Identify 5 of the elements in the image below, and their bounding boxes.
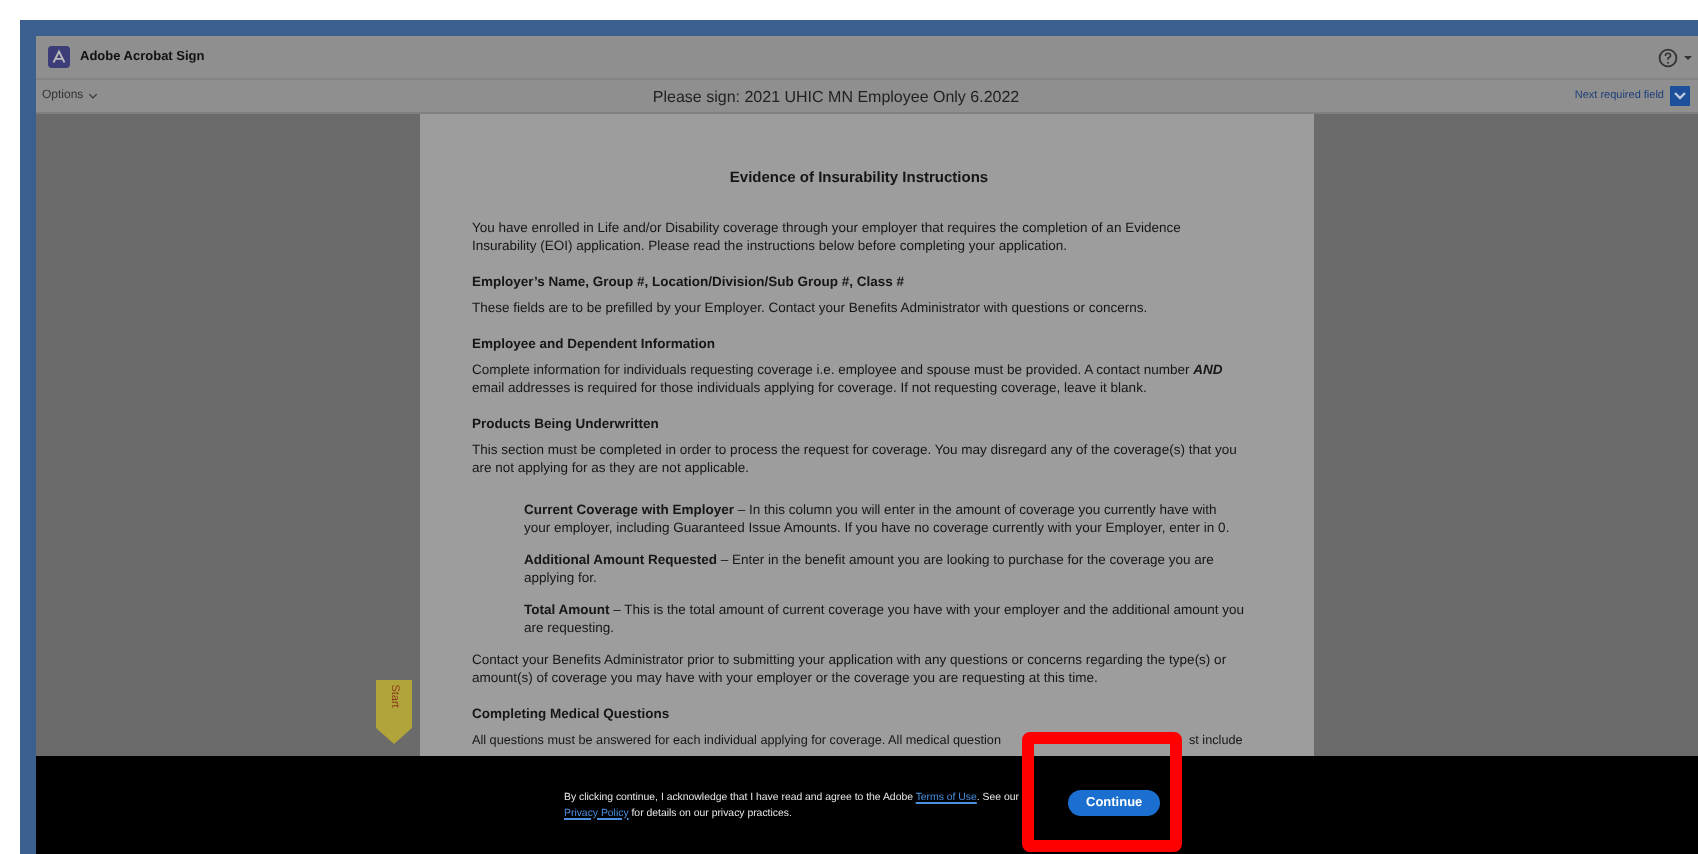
document-title: Please sign: 2021 UHIC MN Employee Only 6.2022	[650, 87, 1022, 105]
app-logo-icon	[48, 46, 70, 68]
caret-icon	[87, 92, 98, 100]
next-field-icon[interactable]	[1670, 86, 1690, 106]
help-icon[interactable]	[1658, 47, 1694, 67]
